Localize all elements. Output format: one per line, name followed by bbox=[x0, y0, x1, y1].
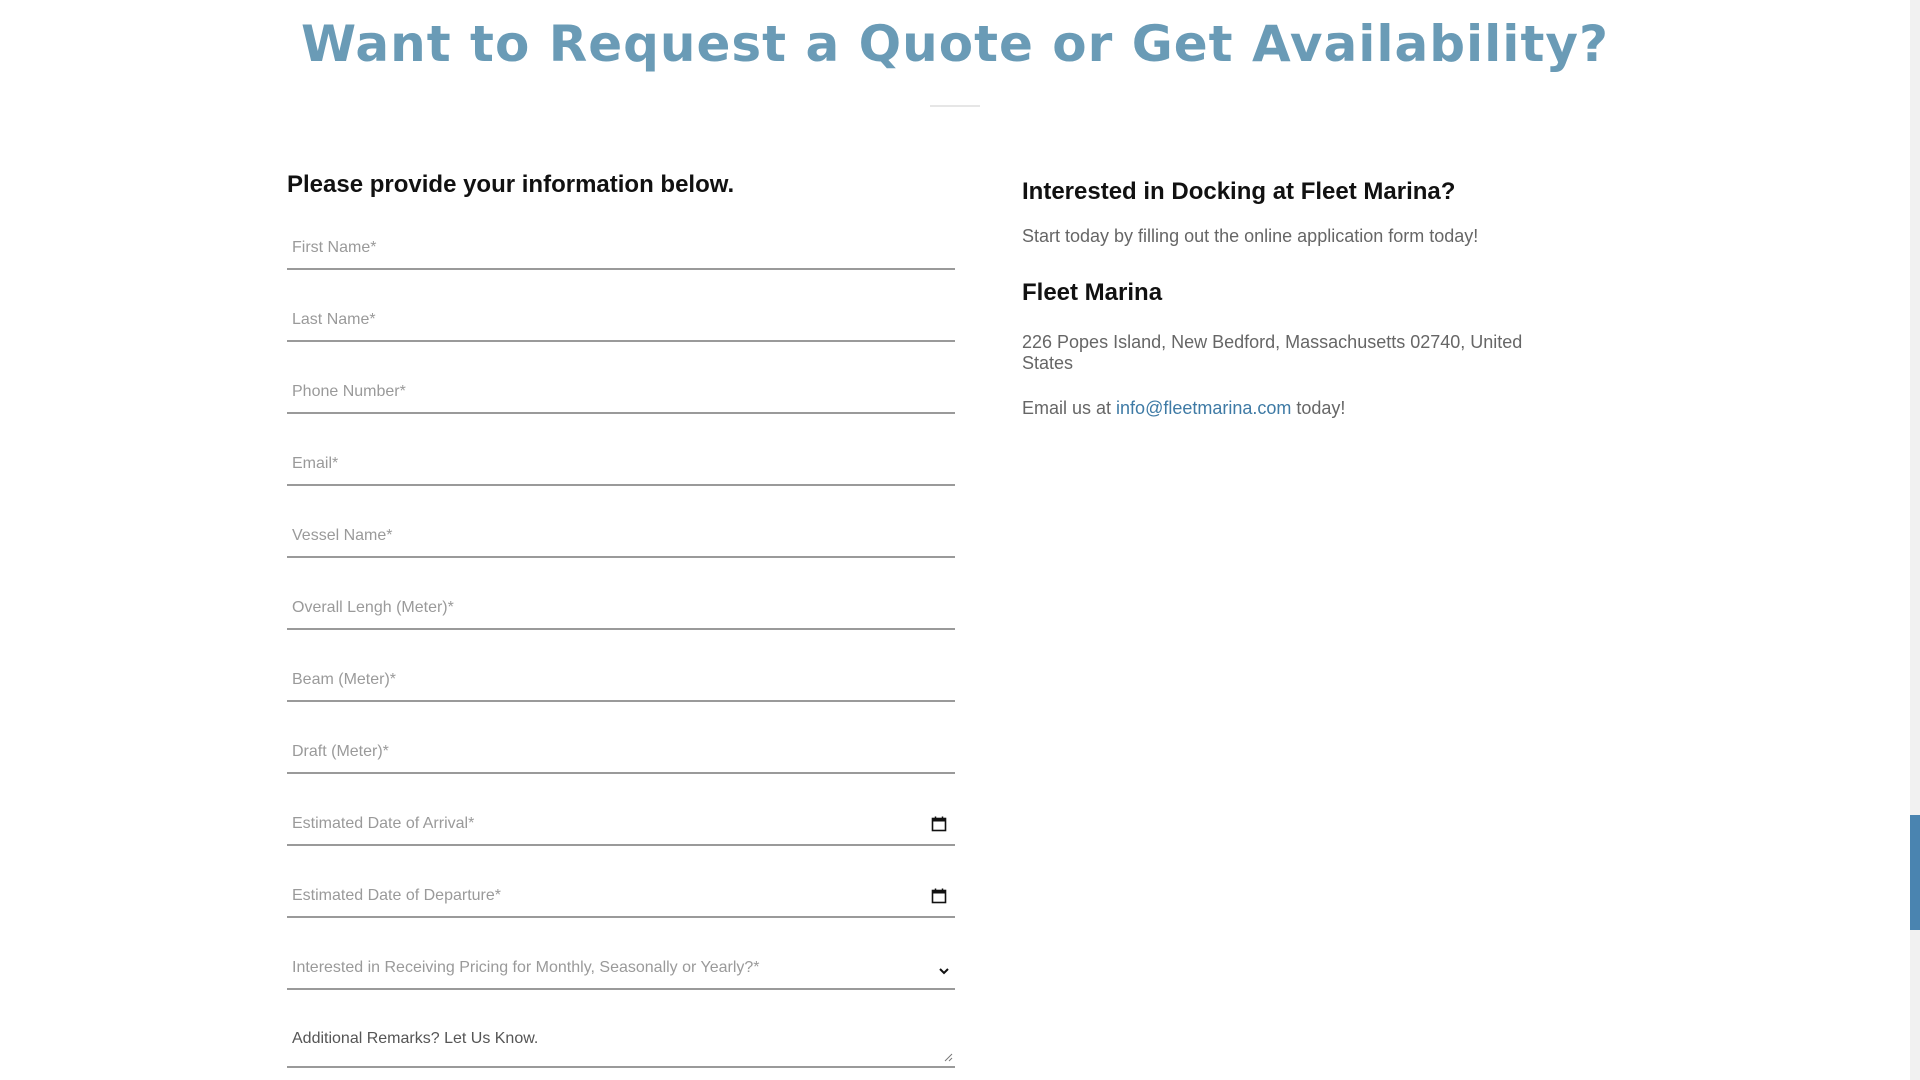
field-placeholder: Overall Lengh (Meter)* bbox=[292, 599, 454, 616]
email-line: Email us at info@fleetmarina.com today! bbox=[1022, 398, 1542, 419]
email-link[interactable]: info@fleetmarina.com bbox=[1116, 398, 1291, 418]
form-fields: First Name* Last Name* Phone Number* Email*… bbox=[287, 204, 955, 990]
field-placeholder: Interested in Receiving Pricing for Mont… bbox=[292, 959, 760, 976]
field-placeholder: Email* bbox=[292, 455, 339, 472]
email-prefix: Email us at bbox=[1022, 398, 1117, 418]
input-estimated-date-of-departure[interactable]: Estimated Date of Departure* bbox=[287, 846, 955, 918]
field-placeholder: Phone Number* bbox=[292, 383, 406, 400]
field-placeholder: Estimated Date of Departure* bbox=[292, 887, 501, 904]
scrollbar[interactable] bbox=[1910, 0, 1920, 1080]
select-interested-in-receiving-pricing-for-monthly-seasonally-or-yearly[interactable]: Interested in Receiving Pricing for Mont… bbox=[287, 918, 955, 990]
input-draft-meter[interactable]: Draft (Meter)* bbox=[287, 702, 955, 774]
input-beam-meter[interactable]: Beam (Meter)* bbox=[287, 630, 955, 702]
field-placeholder: Estimated Date of Arrival* bbox=[292, 815, 475, 832]
input-vessel-name[interactable]: Vessel Name* bbox=[287, 486, 955, 558]
input-first-name[interactable]: First Name* bbox=[287, 204, 955, 270]
form-heading: Please provide your information below. bbox=[287, 171, 735, 198]
page-title: Want to Request a Quote or Get Availabil… bbox=[301, 15, 1609, 73]
remarks-textarea[interactable]: Additional Remarks? Let Us Know. bbox=[287, 990, 955, 1068]
input-email[interactable]: Email* bbox=[287, 414, 955, 486]
calendar-icon[interactable] bbox=[931, 816, 947, 832]
info-panel: Interested in Docking at Fleet Marina? S… bbox=[1022, 176, 1542, 419]
input-estimated-date-of-arrival[interactable]: Estimated Date of Arrival* bbox=[287, 774, 955, 846]
field-placeholder: Draft (Meter)* bbox=[292, 743, 389, 760]
docking-title: Interested in Docking at Fleet Marina? bbox=[1022, 178, 1456, 205]
page: Want to Request a Quote or Get Availabil… bbox=[0, 0, 1920, 1080]
scrollbar-thumb[interactable] bbox=[1910, 815, 1920, 930]
quote-form: Please provide your information below. F… bbox=[287, 168, 955, 1068]
email-suffix: today! bbox=[1291, 398, 1346, 418]
remarks-placeholder: Additional Remarks? Let Us Know. bbox=[292, 1030, 539, 1047]
application-cta: Start today by filling out the online ap… bbox=[1022, 226, 1479, 246]
marina-address: 226 Popes Island, New Bedford, Massachus… bbox=[1022, 332, 1523, 373]
input-last-name[interactable]: Last Name* bbox=[287, 270, 955, 342]
field-placeholder: Last Name* bbox=[292, 311, 376, 328]
input-overall-lengh-meter[interactable]: Overall Lengh (Meter)* bbox=[287, 558, 955, 630]
field-placeholder: First Name* bbox=[292, 239, 377, 256]
resize-handle-icon[interactable] bbox=[943, 1052, 953, 1062]
calendar-icon[interactable] bbox=[931, 888, 947, 904]
field-placeholder: Vessel Name* bbox=[292, 527, 393, 544]
chevron-down-icon[interactable] bbox=[937, 964, 951, 978]
input-phone-number[interactable]: Phone Number* bbox=[287, 342, 955, 414]
marina-name: Fleet Marina bbox=[1022, 279, 1163, 306]
title-divider bbox=[930, 105, 980, 107]
field-placeholder: Beam (Meter)* bbox=[292, 671, 397, 688]
